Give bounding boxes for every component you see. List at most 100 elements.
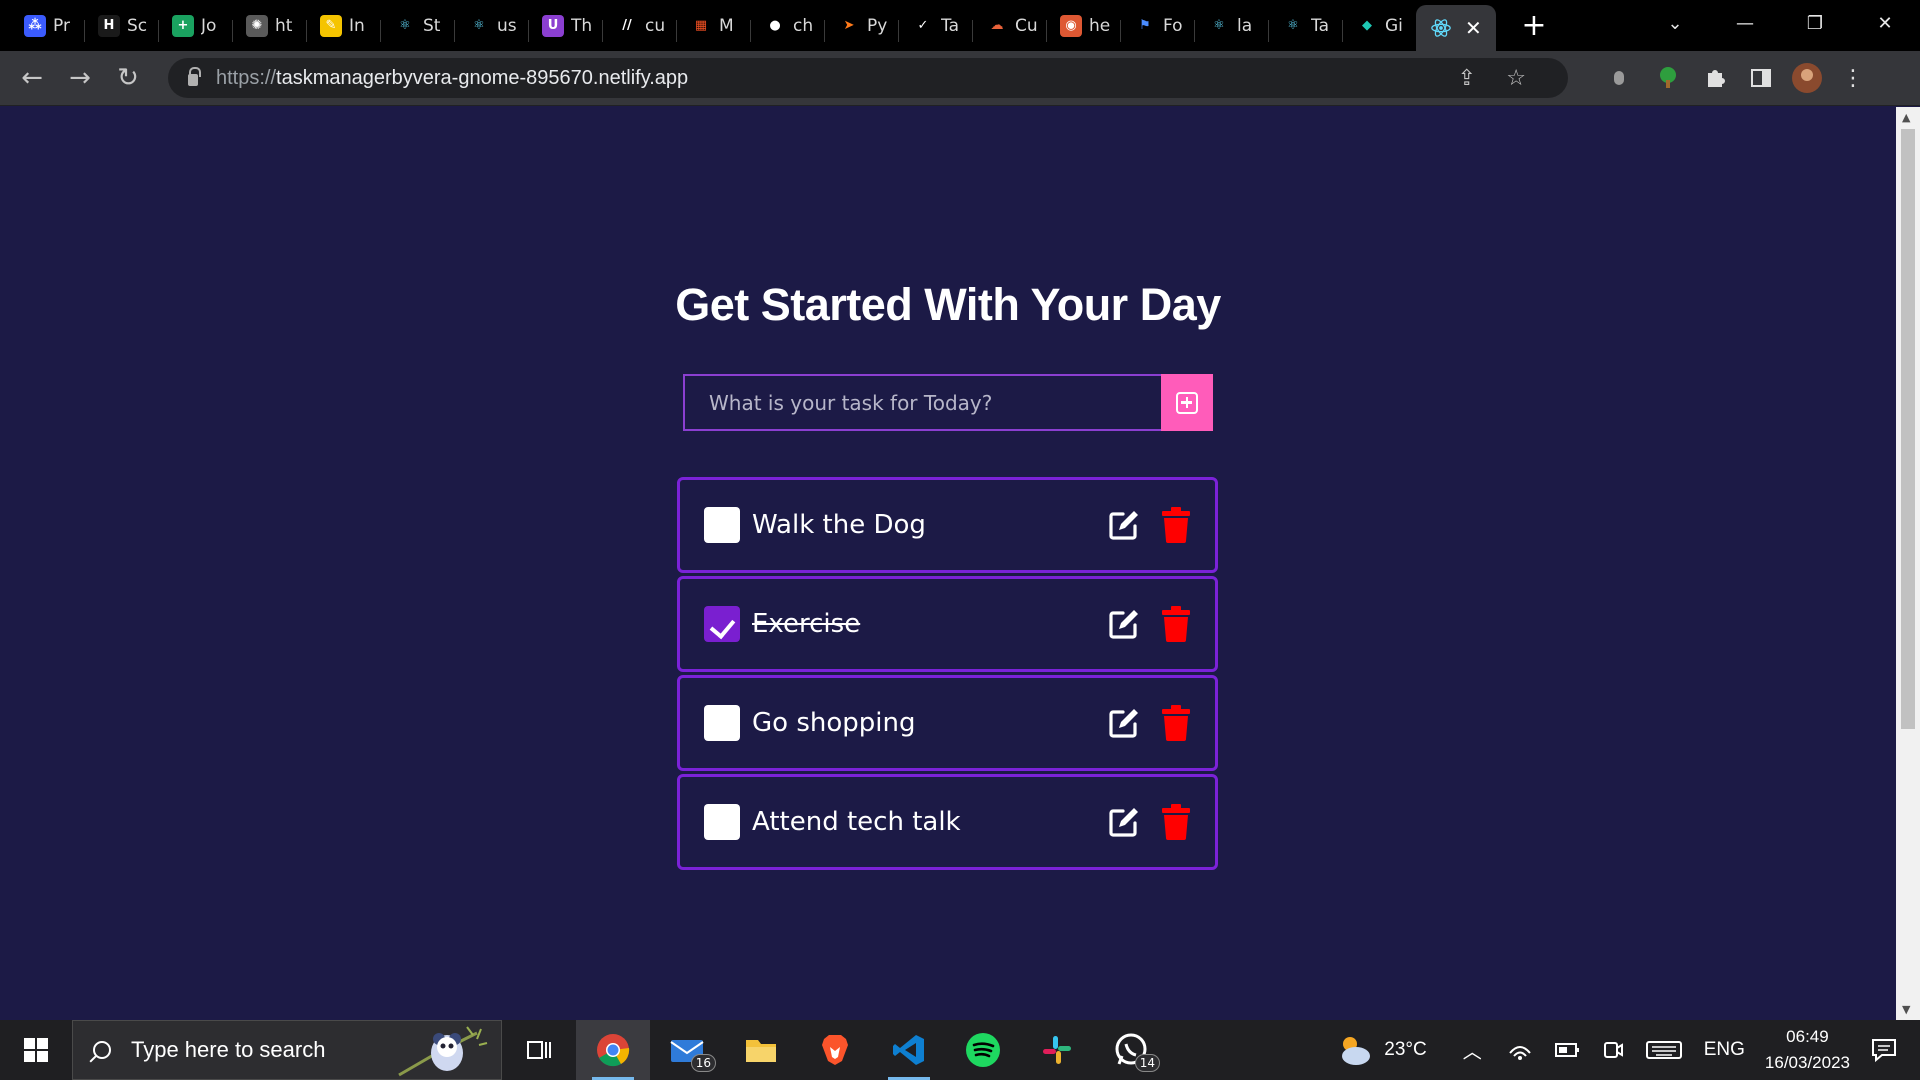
browser-tab[interactable]: ⁂ Pr (10, 6, 84, 46)
browser-tab[interactable]: ▦ M (676, 6, 750, 46)
menu-dots-icon[interactable]: ⋮ (1842, 66, 1864, 91)
browser-tab[interactable]: // cu (602, 6, 676, 46)
back-icon[interactable]: ← (8, 63, 56, 93)
bookmark-star-icon[interactable]: ☆ (1506, 66, 1526, 91)
url-text: https://taskmanagerbyvera-gnome-895670.n… (216, 67, 688, 90)
clock[interactable]: 06:49 16/03/2023 (1765, 1024, 1850, 1076)
browser-tab[interactable]: ◆ Gi (1342, 6, 1416, 46)
trash-icon[interactable] (1161, 804, 1191, 840)
file-explorer-icon[interactable] (724, 1020, 798, 1080)
browser-tab[interactable]: ➤ Py (824, 6, 898, 46)
task-checkbox[interactable] (704, 804, 740, 840)
tab-title: Gi (1385, 15, 1403, 36)
vscode-icon[interactable] (872, 1020, 946, 1080)
weather-cloud-icon[interactable] (1334, 1032, 1374, 1068)
address-bar[interactable]: https://taskmanagerbyvera-gnome-895670.n… (168, 58, 1568, 98)
url-host: taskmanagerbyvera-gnome-895670.netlify.a… (276, 66, 689, 89)
edit-icon[interactable] (1107, 805, 1141, 839)
task-checkbox[interactable] (704, 507, 740, 543)
diamond-icon: ◆ (1356, 14, 1378, 37)
browser-tab[interactable]: ⚛ la (1194, 6, 1268, 46)
openai-icon: ✺ (246, 14, 268, 37)
profile-avatar[interactable] (1792, 63, 1822, 93)
edit-icon[interactable] (1107, 508, 1141, 542)
tab-title: Ta (941, 15, 959, 36)
battery-icon[interactable] (1554, 1041, 1580, 1059)
trash-icon[interactable] (1161, 606, 1191, 642)
minimize-icon[interactable]: — (1710, 13, 1780, 34)
microsoft-icon: ▦ (690, 14, 712, 37)
browser-tab[interactable]: ◉ he (1046, 6, 1120, 46)
wifi-icon[interactable] (1508, 1039, 1532, 1061)
whatsapp-icon[interactable]: 14 (1094, 1020, 1168, 1080)
spotify-icon[interactable] (946, 1020, 1020, 1080)
browser-tab[interactable]: ● ch (750, 6, 824, 46)
scroll-down-icon[interactable]: ▼ (1902, 1003, 1910, 1016)
plus-square-icon: + (172, 14, 194, 37)
close-tab-icon[interactable]: ✕ (1465, 16, 1482, 40)
browser-tab[interactable]: ⚛ Ta (1268, 6, 1342, 46)
browser-tab[interactable]: + Jo (158, 6, 232, 46)
tab-title: us (497, 15, 517, 36)
forward-icon[interactable]: → (56, 63, 104, 93)
tab-title: Sc (127, 15, 148, 36)
edit-icon[interactable] (1107, 706, 1141, 740)
taskbar-search[interactable]: Type here to search (72, 1020, 502, 1080)
tab-title: Jo (201, 15, 217, 36)
browser-tab[interactable]: ⚛ St (380, 6, 454, 46)
chrome-taskbar-icon[interactable] (576, 1020, 650, 1080)
browser-tab[interactable]: ⚛ us (454, 6, 528, 46)
share-icon[interactable]: ⇪ (1458, 66, 1476, 91)
edit-icon[interactable] (1107, 607, 1141, 641)
trash-icon[interactable] (1161, 705, 1191, 741)
browser-tab[interactable]: ⚑ Fo (1120, 6, 1194, 46)
pencil-icon: ✎ (320, 14, 342, 37)
show-hidden-icons-icon[interactable]: ︿ (1463, 1037, 1482, 1064)
restore-icon[interactable]: ❐ (1780, 13, 1850, 34)
active-tab[interactable]: ✕ (1416, 5, 1496, 51)
trash-icon[interactable] (1161, 507, 1191, 543)
flag-icon: ⚑ (1134, 14, 1156, 37)
react-icon: ⚛ (394, 14, 416, 37)
task-checkbox[interactable] (704, 606, 740, 642)
scrollbar-thumb[interactable] (1901, 129, 1915, 729)
extensions-puzzle-icon[interactable] (1704, 67, 1726, 89)
browser-tab[interactable]: H Sc (84, 6, 158, 46)
mail-taskbar-icon[interactable]: 16 (650, 1020, 724, 1080)
meet-now-icon[interactable] (1602, 1039, 1624, 1061)
browser-toolbar: ← → ↻ https://taskmanagerbyvera-gnome-89… (0, 51, 1920, 106)
language-indicator[interactable]: ENG (1704, 1039, 1745, 1061)
start-button[interactable] (0, 1020, 72, 1080)
search-icon (93, 1041, 111, 1059)
task-item: Attend tech talk (677, 774, 1218, 870)
weather-temperature[interactable]: 23°C (1384, 1039, 1426, 1061)
page-scrollbar[interactable]: ▲ ▼ (1896, 107, 1920, 1020)
brave-icon[interactable] (798, 1020, 872, 1080)
hh-icon: H (98, 14, 120, 37)
browser-tab[interactable]: ✺ ht (232, 6, 306, 46)
react-icon (1431, 19, 1451, 37)
task-input[interactable] (683, 374, 1161, 431)
close-window-icon[interactable]: ✕ (1850, 13, 1920, 34)
scroll-up-icon[interactable]: ▲ (1902, 111, 1910, 124)
reload-icon[interactable]: ↻ (104, 63, 152, 93)
windows-icon (24, 1038, 48, 1062)
tab-title: Th (571, 15, 593, 36)
slack-icon[interactable] (1020, 1020, 1094, 1080)
browser-tab[interactable]: U Th (528, 6, 602, 46)
tab-search-icon[interactable]: ⌄ (1640, 13, 1710, 34)
extension-mouse-icon[interactable] (1608, 67, 1630, 89)
keyboard-icon[interactable] (1645, 1040, 1682, 1060)
task-view-icon[interactable] (502, 1020, 576, 1080)
add-task-button[interactable] (1161, 374, 1213, 431)
add-square-icon (1176, 391, 1198, 414)
task-checkbox[interactable] (704, 705, 740, 741)
browser-tab[interactable]: ✎ In (306, 6, 380, 46)
extension-tree-icon[interactable] (1656, 66, 1680, 90)
new-tab-button[interactable]: + (1514, 8, 1554, 43)
browser-tab[interactable]: ☁ Cu (972, 6, 1046, 46)
browser-tab[interactable]: ✓ Ta (898, 6, 972, 46)
notification-center-icon[interactable] (1870, 1037, 1898, 1063)
side-panel-icon[interactable] (1750, 67, 1772, 89)
url-scheme: https:// (216, 66, 277, 89)
